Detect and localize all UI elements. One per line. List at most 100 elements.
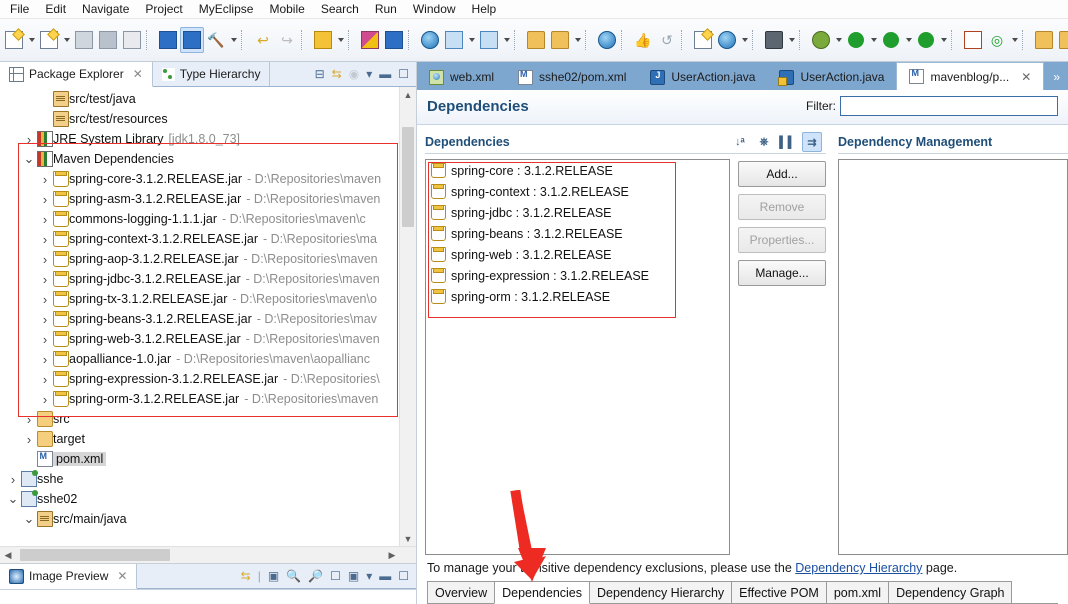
dependencies-list[interactable]: spring-core : 3.1.2.RELEASE spring-contex… (425, 159, 730, 555)
link-icon[interactable]: ⇆ (241, 570, 251, 582)
sort-az-icon[interactable]: ↓ᵃ (730, 132, 750, 152)
editor-tab-sshe02-pom[interactable]: sshe02/pom.xml (506, 64, 638, 90)
folder-icon[interactable] (1056, 27, 1068, 53)
new-doc-icon[interactable] (2, 27, 26, 53)
export-icon[interactable] (548, 27, 572, 53)
twisty-collapsed-icon[interactable]: › (38, 212, 52, 227)
zoom-in-icon[interactable]: 🔎 (308, 570, 323, 582)
twisty-expanded-icon[interactable]: ⌄ (6, 492, 20, 505)
menu-item-file[interactable]: File (2, 1, 37, 17)
dependency-list-item[interactable]: spring-web : 3.1.2.RELEASE (426, 244, 729, 265)
menu-item-search[interactable]: Search (313, 1, 367, 17)
close-icon[interactable]: ✕ (1021, 70, 1031, 84)
twisty-collapsed-icon[interactable]: › (38, 312, 52, 327)
chevron-down-icon[interactable] (938, 28, 949, 52)
tree-row[interactable]: › spring-asm-3.1.2.RELEASE.jar - D:\Reposi… (0, 189, 400, 209)
chevron-down-icon[interactable] (466, 28, 477, 52)
minimize-icon[interactable]: ▬ (379, 68, 391, 80)
tree-row[interactable]: › commons-logging-1.1.1.jar - D:\Repositor… (0, 209, 400, 229)
tree-row[interactable]: › aopalliance-1.0.jar - D:\Repositories\ma… (0, 349, 400, 369)
twisty-collapsed-icon[interactable]: › (22, 132, 36, 147)
debug-bug-icon[interactable] (809, 27, 833, 53)
editor-tab-overflow[interactable]: » (1045, 64, 1068, 90)
menu-item-navigate[interactable]: Navigate (74, 1, 137, 17)
dependency-list-item[interactable]: spring-beans : 3.1.2.RELEASE (426, 223, 729, 244)
deploy-icon[interactable] (156, 27, 180, 53)
chevron-down-icon[interactable] (61, 28, 72, 52)
run-red-icon[interactable] (914, 27, 938, 53)
tree-row[interactable]: › JRE System Library [jdk1.8.0_73] (0, 129, 400, 149)
chevron-down-icon[interactable] (26, 28, 37, 52)
chevron-down-icon[interactable] (903, 28, 914, 52)
tab-type-hierarchy[interactable]: Type Hierarchy (153, 62, 271, 86)
twisty-collapsed-icon[interactable]: › (38, 272, 52, 287)
package-purple-icon[interactable] (358, 27, 382, 53)
tree-row[interactable]: › spring-orm-3.1.2.RELEASE.jar - D:\Reposi… (0, 389, 400, 409)
globe-icon[interactable] (595, 27, 619, 53)
twisty-collapsed-icon[interactable]: › (38, 332, 52, 347)
save-icon[interactable] (72, 27, 96, 53)
menu-item-run[interactable]: Run (367, 1, 405, 17)
tree-row[interactable]: › src (0, 409, 400, 429)
globe-search-icon[interactable] (715, 27, 739, 53)
java-coffee-icon[interactable] (311, 27, 335, 53)
flatten-icon[interactable]: ⇉ (802, 132, 822, 152)
globe-20-icon[interactable] (418, 27, 442, 53)
menu-item-help[interactable]: Help (464, 1, 505, 17)
scroll-thumb[interactable] (20, 549, 170, 561)
dependency-list-item[interactable]: spring-core : 3.1.2.RELEASE (426, 160, 729, 181)
tree-row[interactable]: pom.xml (0, 449, 400, 469)
twisty-collapsed-icon[interactable]: › (38, 172, 52, 187)
tree-row[interactable]: › spring-context-3.1.2.RELEASE.jar - D:\Re… (0, 229, 400, 249)
tree-horizontal-scrollbar[interactable]: ◀ ▶ (0, 546, 416, 563)
editor-tab-mavenblog-pom[interactable]: mavenblog/p... ✕ (896, 62, 1045, 90)
server-icon[interactable] (180, 27, 204, 53)
tree-row[interactable]: › spring-aop-3.1.2.RELEASE.jar - D:\Reposi… (0, 249, 400, 269)
view-menu-filter-icon[interactable]: ◉ (349, 68, 359, 80)
tab-image-preview[interactable]: Image Preview ✕ (0, 564, 138, 589)
view-menu-icon[interactable]: ▾ (366, 68, 372, 80)
tree-row[interactable]: › spring-core-3.1.2.RELEASE.jar - D:\Repos… (0, 169, 400, 189)
tab-package-explorer[interactable]: Package Explorer ✕ (0, 62, 153, 87)
form-tab-overview[interactable]: Overview (427, 581, 496, 603)
chevron-down-icon[interactable] (1009, 28, 1020, 52)
chevron-down-icon[interactable] (833, 28, 844, 52)
tree-row[interactable]: › target (0, 429, 400, 449)
filter-input[interactable] (840, 96, 1058, 116)
twisty-collapsed-icon[interactable]: › (38, 232, 52, 247)
undo-arrow-icon[interactable]: ↩ (251, 27, 275, 53)
refresh-icon[interactable]: ↺ (655, 27, 679, 53)
tree-row[interactable]: › spring-tx-3.1.2.RELEASE.jar - D:\Reposit… (0, 289, 400, 309)
import-icon[interactable] (524, 27, 548, 53)
chevron-down-icon[interactable] (739, 28, 750, 52)
editor-tab-useraction-2[interactable]: UserAction.java (767, 64, 896, 90)
dependency-hierarchy-link[interactable]: Dependency Hierarchy (795, 561, 922, 575)
package-blue-icon[interactable] (382, 27, 406, 53)
hierarchy-icon[interactable]: ⎈ (754, 132, 774, 152)
wizard-open-icon[interactable] (477, 27, 501, 53)
twisty-collapsed-icon[interactable]: › (38, 192, 52, 207)
scroll-thumb[interactable] (402, 127, 414, 227)
form-tab-dependency-graph[interactable]: Dependency Graph (888, 581, 1013, 603)
grid-icon[interactable] (961, 27, 985, 53)
new-wizard-icon[interactable] (37, 27, 61, 53)
camera-icon[interactable] (762, 27, 786, 53)
run-green-icon[interactable] (844, 27, 868, 53)
chevron-down-icon[interactable] (572, 28, 583, 52)
tree-row[interactable]: › spring-jdbc-3.1.2.RELEASE.jar - D:\Repos… (0, 269, 400, 289)
tree-row[interactable]: › spring-beans-3.1.2.RELEASE.jar - D:\Repo… (0, 309, 400, 329)
maximize-icon[interactable]: ☐ (398, 570, 409, 582)
tree-row[interactable]: ⌄ Maven Dependencies (0, 149, 400, 169)
close-icon[interactable]: ✕ (133, 67, 143, 81)
zoom-out-icon[interactable]: 🔍 (286, 570, 301, 582)
editor-tab-useraction-1[interactable]: UserAction.java (638, 64, 767, 90)
twisty-collapsed-icon[interactable]: › (38, 252, 52, 267)
menu-item-mobile[interactable]: Mobile (261, 1, 312, 17)
dependency-list-item[interactable]: spring-expression : 3.1.2.RELEASE (426, 265, 729, 286)
columns-icon[interactable]: ▍▍ (778, 132, 798, 152)
tree-row[interactable]: › spring-expression-3.1.2.RELEASE.jar - D:… (0, 369, 400, 389)
tree-row[interactable]: › spring-web-3.1.2.RELEASE.jar - D:\Reposi… (0, 329, 400, 349)
fit-window-icon[interactable]: ▣ (348, 570, 359, 582)
tree-row[interactable]: src/test/java (0, 89, 400, 109)
view-menu-icon[interactable]: ▾ (366, 570, 372, 582)
